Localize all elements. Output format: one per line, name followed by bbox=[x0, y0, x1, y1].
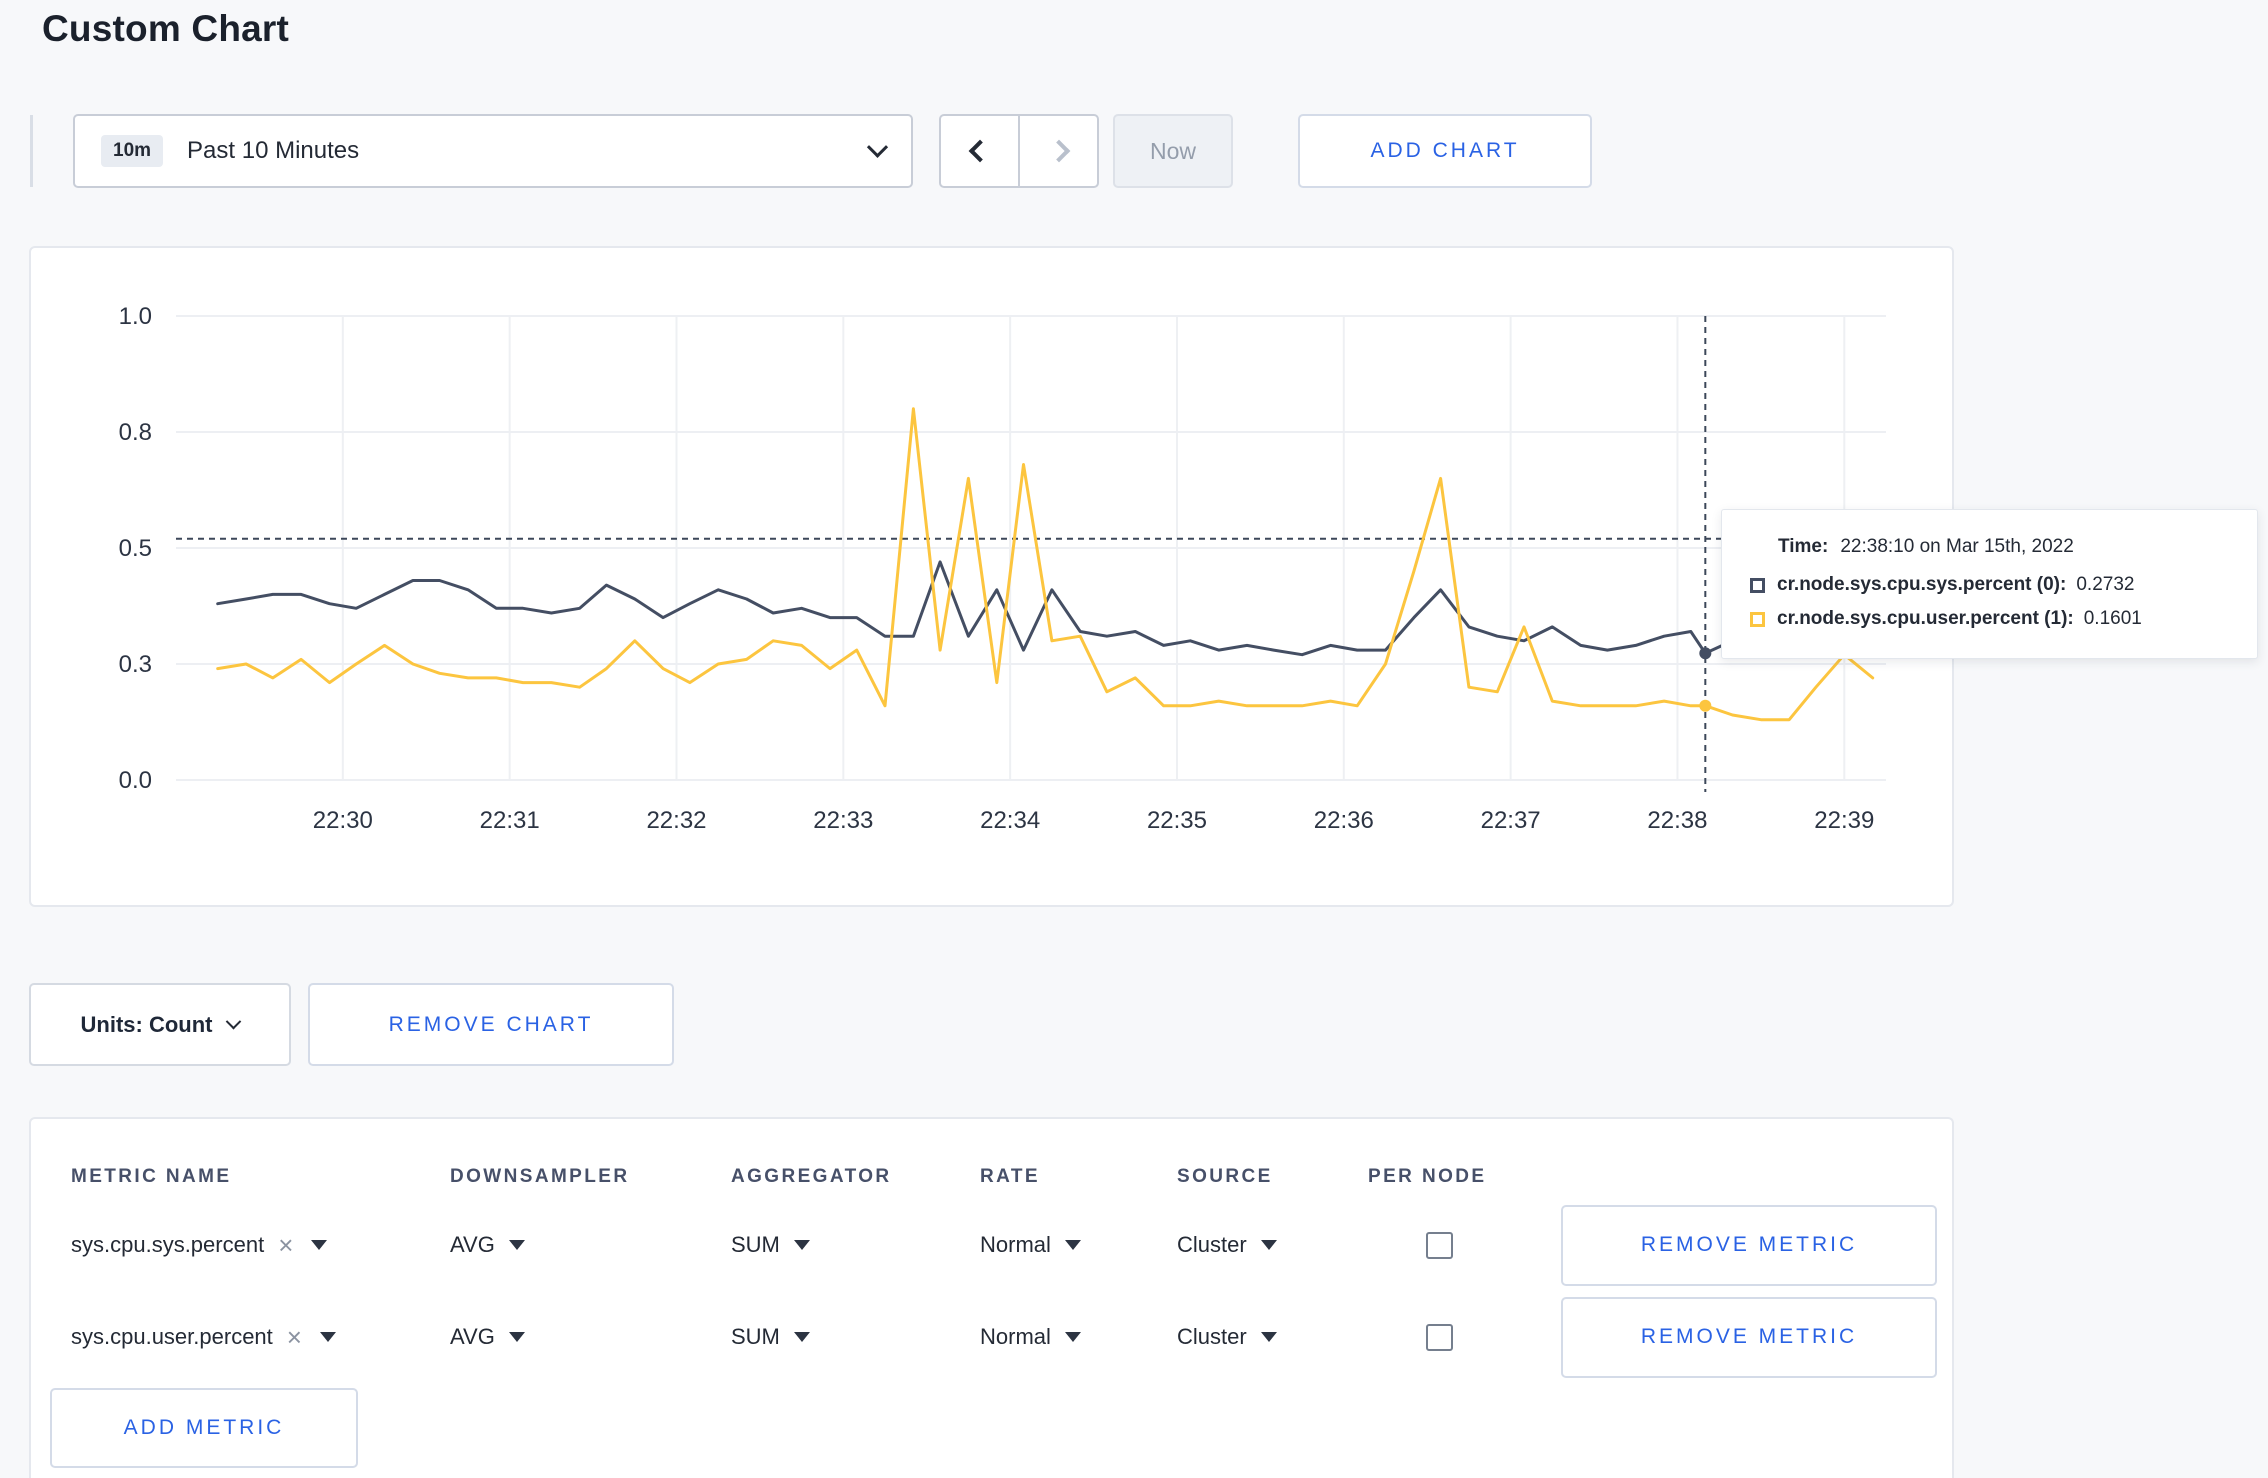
col-metric-name: METRIC NAME bbox=[71, 1166, 232, 1187]
remove-metric-button[interactable]: REMOVE METRIC bbox=[1561, 1204, 1937, 1286]
now-button[interactable]: Now bbox=[1113, 114, 1233, 188]
add-chart-button[interactable]: ADD CHART bbox=[1298, 114, 1592, 188]
series-user-swatch-icon bbox=[1750, 611, 1765, 627]
downsampler-select[interactable]: AVG bbox=[450, 1324, 731, 1350]
metric-name-select[interactable]: sys.cpu.user.percent × bbox=[71, 1324, 450, 1350]
svg-text:0.0: 0.0 bbox=[119, 767, 152, 794]
svg-text:22:39: 22:39 bbox=[1814, 807, 1874, 834]
svg-text:1.0: 1.0 bbox=[119, 303, 152, 330]
metrics-table: METRIC NAME DOWNSAMPLER AGGREGATOR RATE … bbox=[29, 1117, 1954, 1478]
tooltip-series-value: 0.2732 bbox=[2076, 574, 2135, 595]
svg-text:22:36: 22:36 bbox=[1314, 807, 1374, 834]
caret-down-icon bbox=[1064, 1240, 1081, 1250]
clear-metric-icon[interactable]: × bbox=[287, 1324, 302, 1350]
svg-text:0.5: 0.5 bbox=[119, 535, 152, 562]
aggregator-value: SUM bbox=[731, 1324, 780, 1349]
chart-panel: 22:30 22:31 22:32 22:33 22:34 22:35 22:36 22:37… bbox=[29, 246, 1954, 907]
units-dropdown[interactable]: Units: Count bbox=[29, 983, 291, 1066]
aggregator-value: SUM bbox=[731, 1232, 780, 1257]
metric-name-select[interactable]: sys.cpu.sys.percent × bbox=[71, 1232, 450, 1258]
svg-text:22:34: 22:34 bbox=[980, 807, 1040, 834]
tooltip-time-label: Time: bbox=[1778, 536, 1829, 557]
downsampler-value: AVG bbox=[450, 1232, 495, 1257]
svg-text:22:33: 22:33 bbox=[813, 807, 873, 834]
metric-name-value: sys.cpu.user.percent bbox=[71, 1324, 273, 1349]
source-select[interactable]: Cluster bbox=[1177, 1232, 1368, 1258]
tooltip-series-label: cr.node.sys.cpu.sys.percent (0): bbox=[1777, 574, 2067, 595]
toolbar: 10m Past 10 Minutes Now bbox=[30, 114, 1233, 188]
tooltip-time: Time: 22:38:10 on Mar 15th, 2022 bbox=[1750, 536, 2229, 558]
svg-text:22:32: 22:32 bbox=[646, 807, 706, 834]
rate-select[interactable]: Normal bbox=[980, 1324, 1177, 1350]
caret-down-icon bbox=[1260, 1240, 1277, 1250]
source-value: Cluster bbox=[1177, 1232, 1247, 1257]
caret-down-icon bbox=[508, 1240, 525, 1250]
col-rate: RATE bbox=[980, 1166, 1040, 1187]
per-node-checkbox[interactable] bbox=[1426, 1231, 1453, 1259]
per-node-checkbox[interactable] bbox=[1426, 1323, 1453, 1351]
units-label: Units: Count bbox=[80, 1011, 213, 1037]
prev-range-button[interactable] bbox=[939, 114, 1019, 188]
clear-metric-icon[interactable]: × bbox=[278, 1232, 293, 1258]
downsampler-select[interactable]: AVG bbox=[450, 1232, 731, 1258]
add-metric-button[interactable]: ADD METRIC bbox=[50, 1388, 358, 1468]
caret-down-icon bbox=[1260, 1332, 1277, 1342]
rate-value: Normal bbox=[980, 1324, 1051, 1349]
chevron-left-icon bbox=[968, 139, 991, 163]
time-range-label: Past 10 Minutes bbox=[187, 137, 360, 164]
svg-text:0.8: 0.8 bbox=[119, 419, 152, 446]
caret-down-icon bbox=[311, 1240, 328, 1250]
toolbar-divider bbox=[30, 115, 33, 187]
tooltip-series-row: cr.node.sys.cpu.sys.percent (0): 0.2732 bbox=[1750, 574, 2229, 596]
metric-row: sys.cpu.sys.percent × AVG SUM Normal Clu… bbox=[31, 1199, 1952, 1291]
caret-down-icon bbox=[1064, 1332, 1081, 1342]
chevron-right-icon bbox=[1047, 139, 1070, 163]
svg-text:22:31: 22:31 bbox=[480, 807, 540, 834]
aggregator-select[interactable]: SUM bbox=[731, 1324, 980, 1350]
col-source: SOURCE bbox=[1177, 1166, 1273, 1187]
remove-metric-button[interactable]: REMOVE METRIC bbox=[1561, 1296, 1937, 1378]
caret-down-icon bbox=[508, 1332, 525, 1342]
metrics-table-header: METRIC NAME DOWNSAMPLER AGGREGATOR RATE … bbox=[31, 1119, 1952, 1199]
time-pager bbox=[939, 114, 1099, 188]
time-range-badge: 10m bbox=[101, 135, 164, 167]
remove-chart-button[interactable]: REMOVE CHART bbox=[308, 983, 674, 1066]
caret-down-icon bbox=[793, 1240, 810, 1250]
caret-down-icon bbox=[319, 1332, 336, 1342]
series-sys-swatch-icon bbox=[1750, 577, 1765, 593]
tooltip-series-label: cr.node.sys.cpu.user.percent (1): bbox=[1777, 608, 2074, 629]
tooltip-series-row: cr.node.sys.cpu.user.percent (1): 0.1601 bbox=[1750, 608, 2229, 630]
chevron-down-icon bbox=[866, 136, 889, 158]
svg-text:0.3: 0.3 bbox=[119, 651, 152, 678]
svg-text:22:38: 22:38 bbox=[1647, 807, 1707, 834]
svg-text:22:30: 22:30 bbox=[313, 807, 373, 834]
custom-chart-page: Custom Chart 10m Past 10 Minutes Now ADD… bbox=[0, 0, 2268, 1478]
col-per-node: PER NODE bbox=[1368, 1166, 1487, 1187]
col-aggregator: AGGREGATOR bbox=[731, 1166, 892, 1187]
chart-tooltip: Time: 22:38:10 on Mar 15th, 2022 cr.node.… bbox=[1721, 509, 2258, 659]
rate-value: Normal bbox=[980, 1232, 1051, 1257]
chart-canvas[interactable]: 22:30 22:31 22:32 22:33 22:34 22:35 22:36 22:37… bbox=[31, 248, 1952, 878]
metric-row: sys.cpu.user.percent × AVG SUM Normal Cl… bbox=[31, 1291, 1952, 1383]
source-value: Cluster bbox=[1177, 1324, 1247, 1349]
source-select[interactable]: Cluster bbox=[1177, 1324, 1368, 1350]
svg-text:22:35: 22:35 bbox=[1147, 807, 1207, 834]
caret-down-icon bbox=[793, 1332, 810, 1342]
rate-select[interactable]: Normal bbox=[980, 1232, 1177, 1258]
page-title: Custom Chart bbox=[42, 8, 290, 49]
tooltip-time-value: 22:38:10 on Mar 15th, 2022 bbox=[1840, 536, 2074, 557]
tooltip-series-value: 0.1601 bbox=[2083, 608, 2142, 629]
col-downsampler: DOWNSAMPLER bbox=[450, 1166, 630, 1187]
svg-text:22:37: 22:37 bbox=[1481, 807, 1541, 834]
chevron-down-icon bbox=[226, 1013, 242, 1030]
metric-name-value: sys.cpu.sys.percent bbox=[71, 1232, 265, 1257]
time-range-dropdown[interactable]: 10m Past 10 Minutes bbox=[73, 114, 913, 188]
downsampler-value: AVG bbox=[450, 1324, 495, 1349]
next-range-button[interactable] bbox=[1019, 114, 1099, 188]
aggregator-select[interactable]: SUM bbox=[731, 1232, 980, 1258]
